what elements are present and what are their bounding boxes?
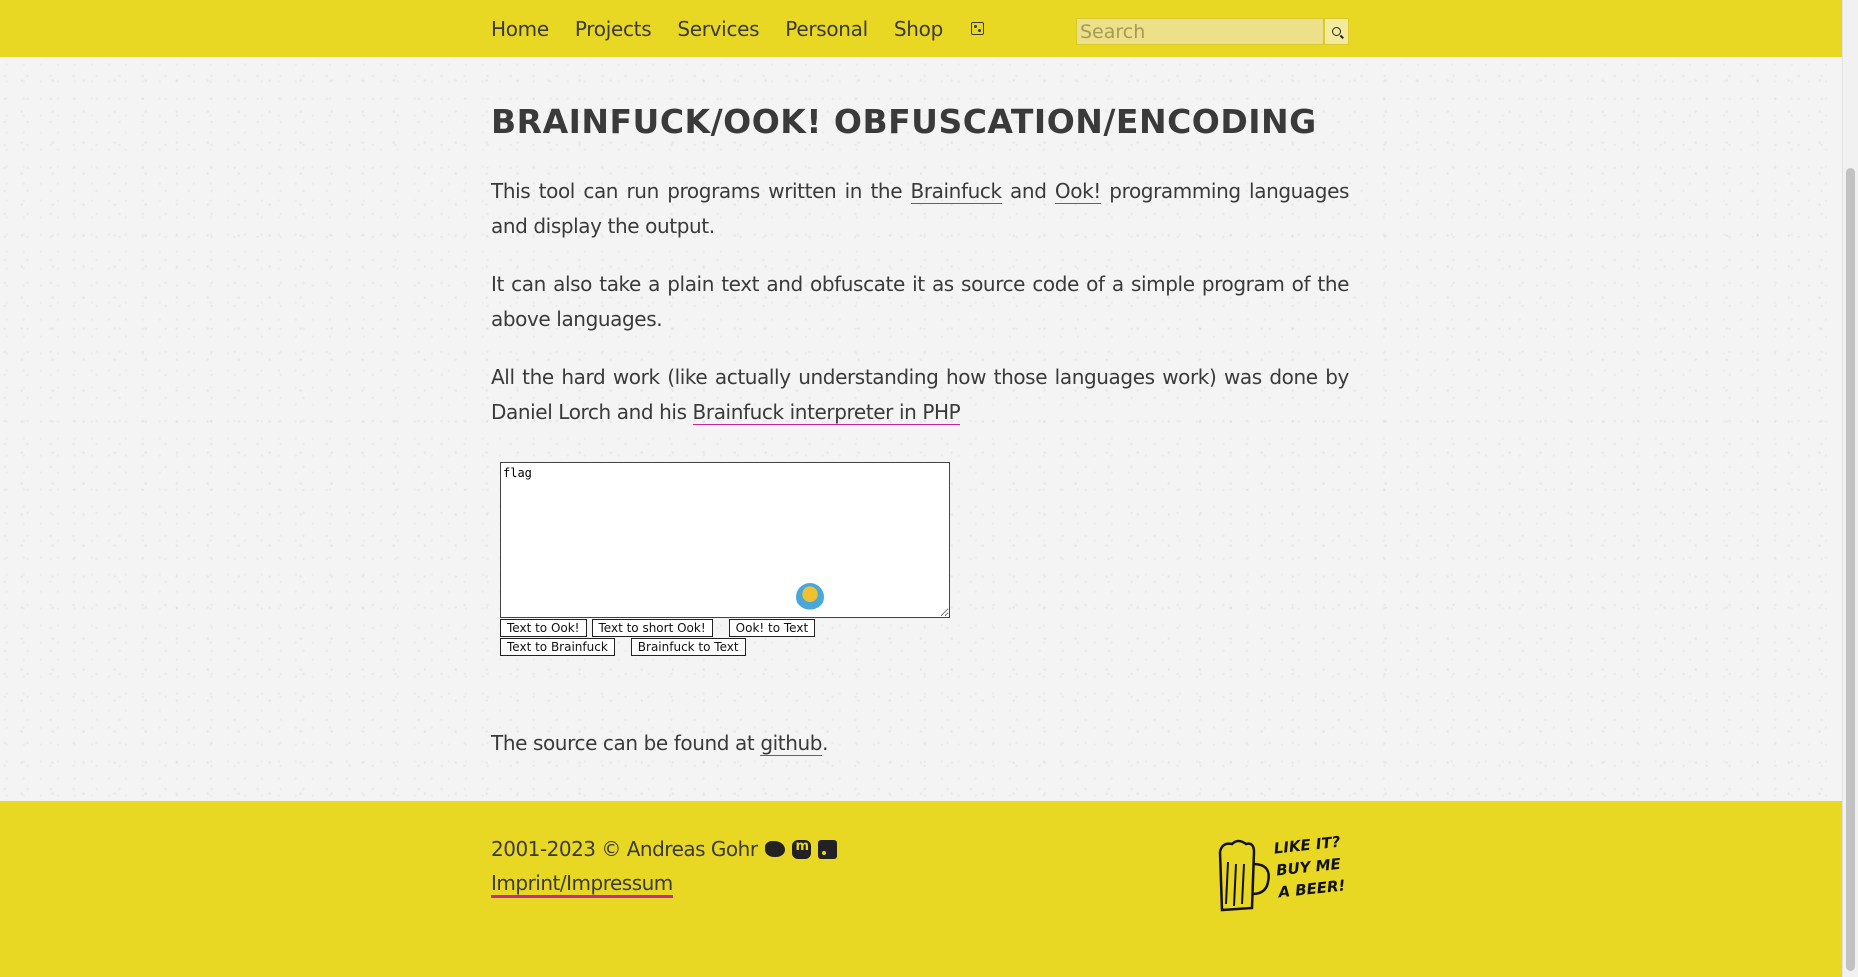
nav-projects-link[interactable]: Projects xyxy=(575,17,652,41)
obfuscate-paragraph: It can also take a plain text and obfusc… xyxy=(491,272,1349,331)
search-input[interactable] xyxy=(1076,18,1324,45)
rss-icon[interactable] xyxy=(817,839,837,859)
copyright-text: 2001-2023 © Andreas Gohr xyxy=(491,837,758,861)
scrollbar-thumb[interactable] xyxy=(1846,168,1855,971)
source-text: . xyxy=(822,731,829,755)
ook-link[interactable]: Ook! xyxy=(1054,179,1101,204)
search-icon xyxy=(1332,27,1341,36)
copyright-line: 2001-2023 © Andreas Gohr xyxy=(491,837,837,861)
intro-text: and xyxy=(1001,179,1055,203)
textarea-wrap: flag xyxy=(500,462,950,618)
button-row-brainfuck: Text to Brainfuck Brainfuck to Text xyxy=(500,638,1349,656)
source-text: The source can be found at xyxy=(491,731,761,755)
credits-paragraph: All the hard work (like actually underst… xyxy=(491,360,1349,430)
search-form xyxy=(1076,18,1349,45)
search-button[interactable] xyxy=(1324,18,1349,45)
code-textarea[interactable]: flag xyxy=(500,462,950,618)
nav-personal-link[interactable]: Personal xyxy=(785,17,868,41)
ook-to-text-button[interactable]: Ook! to Text xyxy=(728,619,816,637)
main-content: Brainfuck/Ook! Obfuscation/Encoding This… xyxy=(491,57,1349,761)
github-link[interactable]: github xyxy=(760,731,822,756)
footer: 2001-2023 © Andreas Gohr Imprint/Impress… xyxy=(0,801,1842,977)
buy-beer-badge[interactable]: LIKE IT? BUY ME A BEER! xyxy=(1214,832,1354,914)
vertical-scrollbar[interactable] xyxy=(1842,0,1858,977)
mastodon-icon[interactable] xyxy=(791,839,811,859)
converter-tool: flag Text to Ook! Text to short Ook! Ook… xyxy=(500,462,1349,656)
beer-mug-icon xyxy=(1218,839,1270,912)
page: Home Projects Services Personal Shop Bra… xyxy=(0,0,1842,977)
intro-text: This tool can run programs written in th… xyxy=(491,179,911,203)
twitter-icon[interactable] xyxy=(764,841,785,857)
beer-text: LIKE IT? BUY ME A BEER! xyxy=(1272,832,1347,902)
nav-services-link[interactable]: Services xyxy=(677,17,759,41)
php-interpreter-link[interactable]: Brainfuck interpreter in PHP xyxy=(692,400,961,425)
text-to-short-ook-button[interactable]: Text to short Ook! xyxy=(591,619,713,637)
brainfuck-to-text-button[interactable]: Brainfuck to Text xyxy=(630,638,746,656)
nav-home-link[interactable]: Home xyxy=(491,17,549,41)
intro-paragraph: This tool can run programs written in th… xyxy=(491,174,1349,244)
main-nav: Home Projects Services Personal Shop xyxy=(491,0,984,57)
text-to-ook-button[interactable]: Text to Ook! xyxy=(500,619,587,637)
brainfuck-link[interactable]: Brainfuck xyxy=(910,179,1002,204)
imprint-link[interactable]: Imprint/Impressum xyxy=(491,871,673,898)
button-row-ook: Text to Ook! Text to short Ook! Ook! to … xyxy=(500,619,1349,637)
nav-shop-link[interactable]: Shop xyxy=(894,17,943,41)
page-title: Brainfuck/Ook! Obfuscation/Encoding xyxy=(491,102,1317,141)
top-navbar: Home Projects Services Personal Shop xyxy=(0,0,1842,57)
text-to-brainfuck-button[interactable]: Text to Brainfuck xyxy=(500,638,615,656)
dice-icon[interactable] xyxy=(971,22,984,35)
extension-logo-icon[interactable] xyxy=(796,583,824,611)
source-paragraph: The source can be found at github. xyxy=(491,726,1349,761)
